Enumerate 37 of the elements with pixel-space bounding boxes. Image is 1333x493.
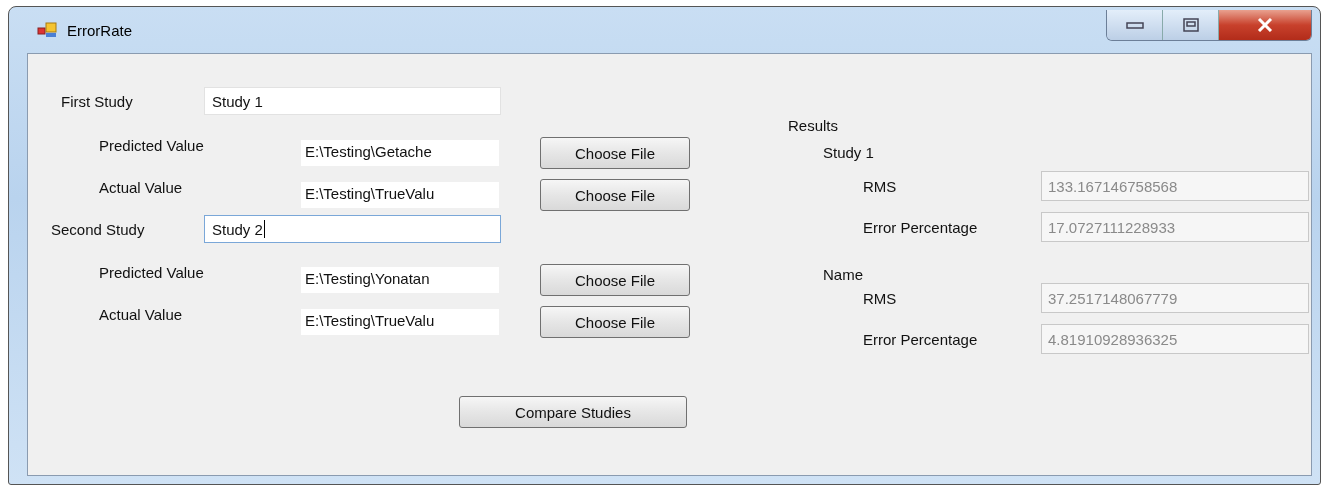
minimize-icon	[1125, 21, 1144, 29]
maximize-button[interactable]	[1163, 10, 1219, 40]
group-heading: Study 1	[822, 144, 875, 162]
choose-file-button[interactable]: Choose File	[540, 137, 690, 169]
file-label: Actual Value	[99, 306, 184, 323]
file-path-field[interactable]: E:\Testing\TrueValu	[301, 309, 499, 335]
choose-file-button[interactable]: Choose File	[540, 306, 690, 338]
study-name-field[interactable]: Study 1	[204, 87, 501, 115]
metric-label: Error Percentage	[863, 218, 979, 236]
text-cursor	[263, 220, 265, 238]
minimize-button[interactable]	[1107, 10, 1163, 40]
close-button[interactable]	[1219, 10, 1311, 40]
maximize-icon	[1182, 18, 1199, 32]
result-field: 133.167146758568	[1041, 171, 1309, 201]
choose-file-button[interactable]: Choose File	[540, 264, 690, 296]
file-label: Predicted Value	[99, 137, 205, 154]
compare-button[interactable]: Compare Studies	[459, 396, 687, 428]
file-path-field[interactable]: E:\Testing\Yonatan	[301, 267, 499, 293]
app-icon	[37, 22, 57, 38]
metric-label: RMS	[863, 177, 898, 195]
file-label: Predicted Value	[99, 264, 205, 281]
window-title: ErrorRate	[67, 21, 133, 39]
file-label: Actual Value	[99, 179, 184, 196]
metric-label: Error Percentage	[863, 330, 979, 348]
file-path-field[interactable]: E:\Testing\TrueValu	[301, 182, 499, 208]
results-title: Results	[788, 117, 840, 135]
study-name-field[interactable]: Study 2	[204, 215, 501, 243]
metric-label: RMS	[863, 289, 898, 307]
choose-file-button[interactable]: Choose File	[540, 179, 690, 211]
result-field: 17.0727111228933	[1041, 212, 1309, 242]
group-heading: Name	[822, 267, 864, 283]
file-path-field[interactable]: E:\Testing\Getache	[301, 140, 499, 166]
close-icon	[1256, 18, 1274, 32]
study-label: First Study	[60, 92, 134, 110]
result-field: 37.2517148067779	[1041, 283, 1309, 313]
study-label: Second Study	[51, 220, 146, 238]
result-field: 4.81910928936325	[1041, 324, 1309, 354]
